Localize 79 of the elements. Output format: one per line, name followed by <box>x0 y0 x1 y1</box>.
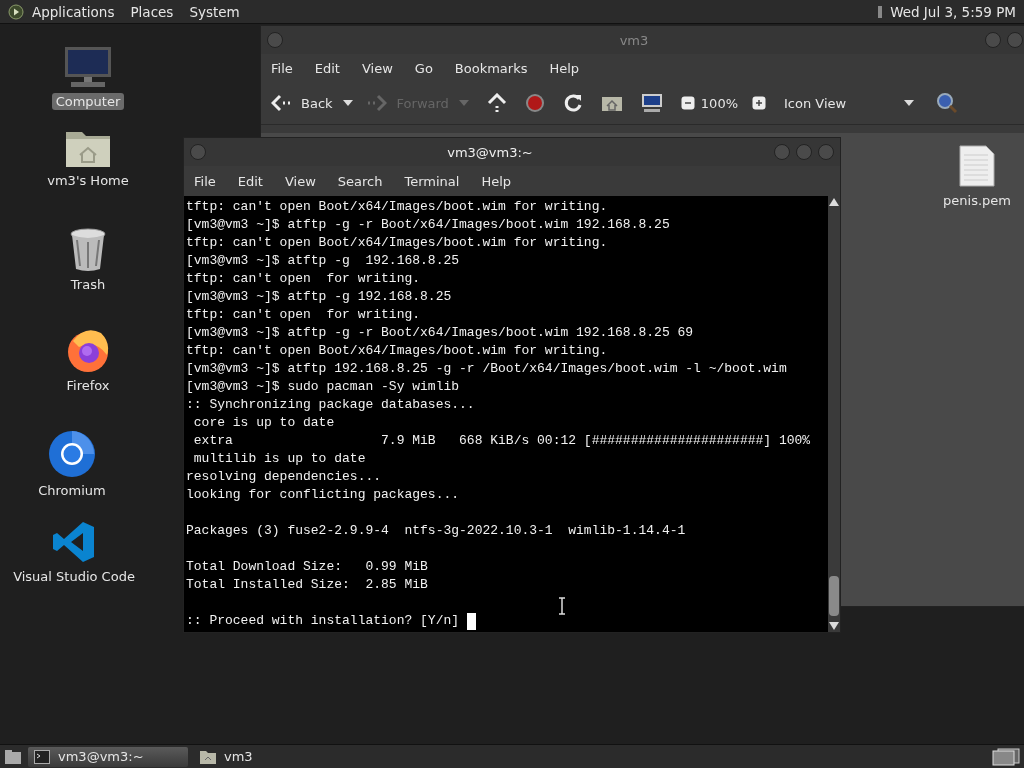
menu-item[interactable]: Help <box>481 173 512 189</box>
code-editor-icon[interactable] <box>52 520 96 564</box>
back-arrow-icon[interactable] <box>271 94 291 112</box>
clock[interactable]: Wed Jul 3, 5:59 PM <box>890 3 1016 20</box>
panel-menu[interactable]: Applications <box>32 3 115 20</box>
show-desktop-icon[interactable] <box>4 748 22 765</box>
home-icon[interactable] <box>600 94 623 112</box>
computer-icon[interactable] <box>640 93 663 113</box>
scrollbar-thumb[interactable] <box>829 576 839 616</box>
text-cursor <box>466 612 476 630</box>
menu-item[interactable]: Edit <box>314 60 340 76</box>
caret-icon[interactable] <box>342 100 353 106</box>
zoom-in-icon[interactable] <box>752 96 766 110</box>
desktop-icon-label[interactable]: Chromium <box>34 482 110 499</box>
computer-icon[interactable] <box>63 45 113 89</box>
menu-item[interactable]: Search <box>337 173 383 189</box>
terminal-icon[interactable] <box>34 749 50 764</box>
scroll-down-icon[interactable] <box>829 622 839 630</box>
terminal-line: [vm3@vm3 ~]$ atftp -g -r Boot/x64/Images/boot.wim 192.168.8.25 69 <box>186 324 695 342</box>
menu-item[interactable]: File <box>194 173 216 189</box>
terminal-line: tftp: can't open for writing. <box>186 306 422 324</box>
terminal-line: [vm3@vm3 ~]$ atftp -g 192.168.8.25 <box>186 288 453 306</box>
menu-item[interactable]: Bookmarks <box>454 60 528 76</box>
terminal-line: [vm3@vm3 ~]$ atftp -g -r Boot/x64/Images/boot.wim 192.168.8.25 <box>186 216 671 234</box>
document-icon[interactable] <box>959 145 996 187</box>
taskbar-button[interactable]: vm3@vm3:~ <box>28 746 188 767</box>
menu-item[interactable]: Go <box>414 60 433 76</box>
back-button[interactable]: Back <box>271 94 333 112</box>
menu-item[interactable]: Terminal <box>404 173 460 189</box>
desktop-icon-label[interactable]: Trash <box>66 276 110 293</box>
terminal-line: looking for conflicting packages... <box>186 486 461 504</box>
zoom-out-icon[interactable] <box>680 96 695 110</box>
menu-item[interactable]: Edit <box>237 173 263 189</box>
terminal-line: tftp: can't open Boot/x64/Images/boot.wim for writing. <box>186 234 609 252</box>
terminal-line: :: Proceed with installation? [Y/n] <box>186 612 461 630</box>
home-folder-icon[interactable] <box>200 749 216 764</box>
terminal-line: extra 7.9 MiB 668 KiB/s 00:12 [######################] 100% <box>192 432 812 450</box>
terminal-line: [vm3@vm3 ~]$ atftp -g 192.168.8.25 <box>186 252 461 270</box>
caret-icon[interactable] <box>904 100 915 106</box>
trash-icon[interactable] <box>69 228 107 272</box>
terminal-line: tftp: can't open Boot/x64/Images/boot.wim for writing. <box>186 198 609 216</box>
desktop-icon-label[interactable]: vm3's Home <box>43 172 133 189</box>
terminal-line: Total Download Size: 0.99 MiB <box>186 558 429 576</box>
window-title: vm3@vm3:~ <box>446 144 534 160</box>
file-label[interactable]: penis.pem <box>943 193 1011 208</box>
menu-item[interactable]: Help <box>549 60 580 76</box>
terminal-line: Packages (3) fuse2-2.9.9-4 ntfs-3g-2022.10.3-1 wimlib-1.14.4-1 <box>186 522 687 540</box>
zoom-level: 100% <box>700 95 738 111</box>
terminal-line: Total Installed Size: 2.85 MiB <box>186 576 429 594</box>
mouse-pointer-icon <box>558 597 566 615</box>
desktop-icon-label[interactable]: Visual Studio Code <box>9 568 139 585</box>
terminal-line: multilib is up to date <box>192 450 367 468</box>
panel-menu[interactable]: System <box>189 3 240 20</box>
terminal-line: :: Synchronizing package databases... <box>186 396 476 414</box>
workspace-switcher-icon[interactable] <box>992 747 1020 766</box>
menu-item[interactable]: View <box>361 60 393 76</box>
taskbar-button[interactable]: vm3 <box>194 746 354 767</box>
menu-item[interactable]: View <box>284 173 316 189</box>
terminal-line: core is up to date <box>192 414 336 432</box>
panel-menu[interactable]: Places <box>130 3 174 20</box>
terminal-line: [vm3@vm3 ~]$ sudo pacman -Sy wimlib <box>186 378 461 396</box>
search-icon[interactable] <box>936 92 959 114</box>
menu-item[interactable]: File <box>271 60 293 76</box>
firefox-icon[interactable] <box>65 327 111 373</box>
up-arrow-icon[interactable] <box>486 93 507 113</box>
terminal-line: resolving dependencies... <box>186 468 383 486</box>
stop-icon[interactable] <box>524 93 545 113</box>
desktop-icon-label[interactable]: Firefox <box>62 377 114 394</box>
reload-icon[interactable] <box>562 93 583 113</box>
scroll-up-icon[interactable] <box>829 198 839 206</box>
terminal-line: tftp: can't open for writing. <box>186 270 422 288</box>
terminal-line: tftp: can't open Boot/x64/Images/boot.wim for writing. <box>186 342 609 360</box>
view-dropdown[interactable]: Icon View <box>784 95 915 111</box>
desktop-icon-label[interactable]: Computer <box>51 93 125 110</box>
window-title: vm3 <box>618 32 650 48</box>
terminal-line: [vm3@vm3 ~]$ atftp 192.168.8.25 -g -r /Boot/x64/Images/boot.wim -l ~/boot.wim <box>186 360 788 378</box>
menu-logo-icon[interactable] <box>8 3 24 20</box>
scrollbar[interactable] <box>828 196 840 632</box>
chromium-icon[interactable] <box>48 430 96 478</box>
